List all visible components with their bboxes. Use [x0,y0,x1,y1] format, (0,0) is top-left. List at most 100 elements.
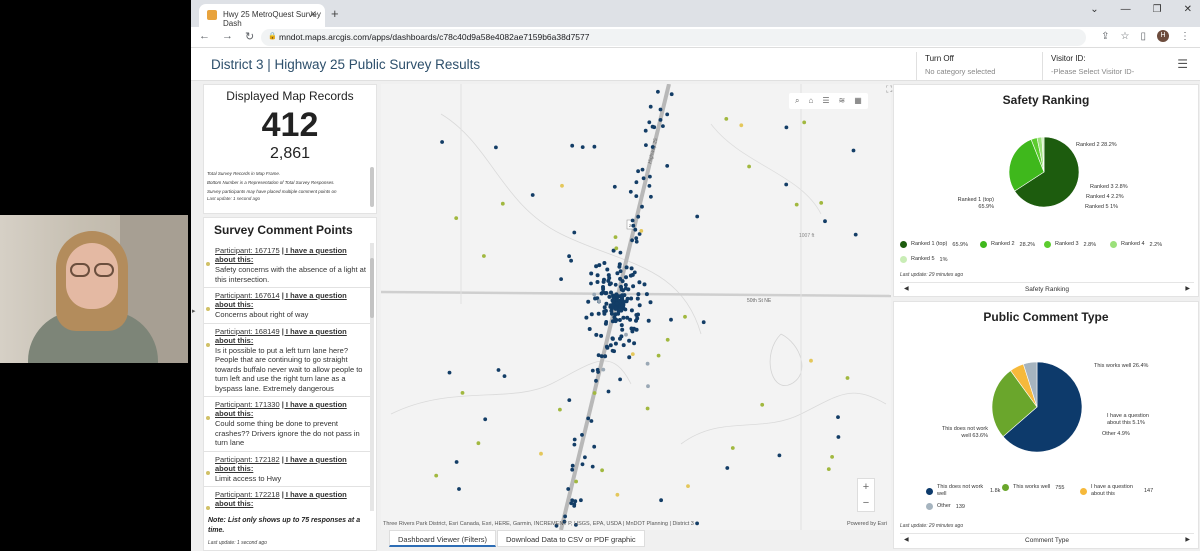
reload-icon[interactable]: ↻ [245,30,254,43]
survey-point[interactable] [599,333,604,338]
survey-point[interactable] [580,145,585,149]
powered-by-esri[interactable]: Powered by Esri [847,521,887,527]
survey-point[interactable] [830,455,834,459]
survey-point[interactable] [590,464,595,469]
map-canvas[interactable]: Highway 25 50th St NE 25 1007 ft [381,84,891,530]
survey-point[interactable] [634,236,639,241]
participant-link[interactable]: Participant: 167175 [215,246,280,255]
survey-point[interactable] [602,261,607,265]
survey-point[interactable] [610,336,615,341]
survey-point[interactable] [434,473,439,478]
survey-point[interactable] [613,282,618,287]
survey-point[interactable] [494,145,498,150]
survey-point[interactable] [595,367,600,372]
survey-point[interactable] [570,463,575,468]
survey-point[interactable] [613,319,618,324]
survey-point[interactable] [629,266,634,271]
survey-point[interactable] [637,280,642,285]
survey-point[interactable] [725,466,730,470]
survey-point[interactable] [625,315,630,320]
survey-point[interactable] [609,281,613,286]
survey-point[interactable] [634,180,639,185]
survey-point[interactable] [669,92,674,97]
survey-point[interactable] [630,218,635,223]
basemap-gallery-icon[interactable]: ▦ [854,96,862,106]
survey-point[interactable] [639,229,644,233]
lock-icon[interactable]: 🔒 [268,32,277,40]
survey-point[interactable] [586,416,591,421]
survey-point[interactable] [610,298,615,303]
survey-point[interactable] [620,327,625,332]
survey-point[interactable] [592,444,597,449]
safety-next-icon[interactable]: ▶ [1185,283,1190,296]
survey-point[interactable] [739,123,744,128]
ctype-legend-item[interactable]: Other 139 [926,503,965,510]
list-item[interactable]: Participant: 167614 | I have a question … [204,288,370,324]
survey-point[interactable] [617,262,622,267]
safety-prev-icon[interactable]: ◀ [904,283,909,296]
survey-point[interactable] [612,349,616,354]
survey-point[interactable] [632,341,637,346]
survey-point[interactable] [659,498,663,503]
survey-point[interactable] [589,281,593,286]
side-panel-toggle-icon[interactable]: ▸ [192,307,196,315]
survey-point[interactable] [836,435,841,439]
list-item[interactable]: Participant: 172182 | I have a question … [204,451,370,487]
ctype-prev-icon[interactable]: ◀ [904,534,909,547]
survey-point[interactable] [457,487,461,491]
survey-point[interactable] [539,451,543,456]
survey-point[interactable] [620,295,624,300]
legend-icon[interactable]: ☰ [822,96,829,106]
survey-point[interactable] [618,377,622,382]
survey-point[interactable] [633,227,638,232]
list-item[interactable]: Participant: 167175 | I have a question … [204,243,370,288]
survey-point[interactable] [594,332,599,337]
survey-point[interactable] [605,267,610,272]
close-tab-icon[interactable]: ✕ [309,9,317,20]
survey-point[interactable] [784,182,789,187]
survey-point[interactable] [604,301,609,306]
chevron-down-icon[interactable]: ⌄ [1090,4,1098,15]
survey-point[interactable] [592,292,597,297]
browser-tab[interactable]: Hwy 25 MetroQuest Survey Dash ✕ [199,4,325,28]
survey-point[interactable] [599,354,604,359]
survey-point[interactable] [563,514,567,519]
survey-point[interactable] [636,169,640,174]
survey-point[interactable] [658,118,663,122]
turn-off-selector[interactable]: Turn Off No category selected [916,52,1036,80]
survey-point[interactable] [615,271,620,276]
survey-point[interactable] [602,311,607,316]
survey-point[interactable] [628,189,633,194]
survey-point[interactable] [826,467,831,471]
survey-point[interactable] [644,143,648,147]
survey-point[interactable] [482,254,486,258]
survey-point[interactable] [460,391,465,395]
restore-icon[interactable]: ❐ [1153,4,1162,15]
survey-point[interactable] [669,317,673,322]
tab-dashboard-viewer[interactable]: Dashboard Viewer (Filters) [389,530,497,547]
survey-point[interactable] [572,442,577,447]
survey-point[interactable] [618,250,623,255]
survey-point[interactable] [608,343,613,348]
survey-point[interactable] [572,504,577,508]
visitor-id-selector[interactable]: Visitor ID: -Please Select Visitor ID- [1042,52,1170,80]
survey-point[interactable] [594,264,599,269]
safety-legend-item[interactable]: Ranked 2 28.2% [980,241,1035,248]
comment-type-pie-chart[interactable] [894,332,1200,472]
survey-point[interactable] [809,358,813,363]
survey-point[interactable] [584,315,589,320]
survey-point[interactable] [614,246,619,251]
survey-point[interactable] [559,277,563,281]
more-menu-icon[interactable]: ⋮ [1180,31,1190,42]
survey-point[interactable] [823,219,827,224]
survey-point[interactable] [586,299,591,304]
survey-point[interactable] [665,112,670,117]
survey-point[interactable] [500,201,505,206]
hamburger-menu-icon[interactable]: ☰ [1177,57,1188,71]
new-tab-icon[interactable]: + [331,6,339,21]
forward-icon[interactable]: → [222,30,233,43]
comment-list-scroll-thumb[interactable] [370,258,374,318]
survey-point[interactable] [636,312,640,317]
survey-point[interactable] [483,417,488,422]
survey-point[interactable] [853,232,858,237]
